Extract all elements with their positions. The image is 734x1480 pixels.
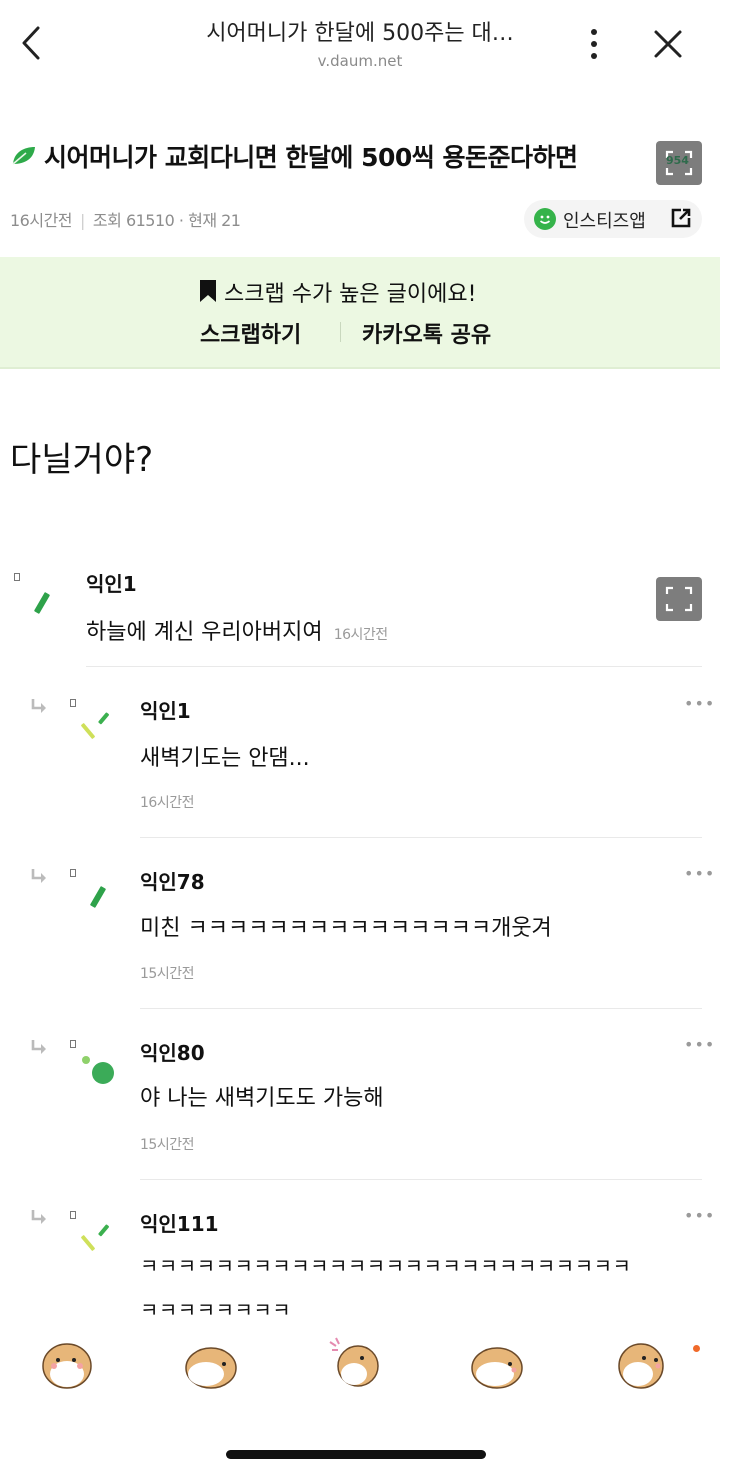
instiz-app-label: 인스티즈앱 <box>563 211 646 232</box>
smile-icon <box>534 208 556 230</box>
hamster-smile-sticker-icon[interactable] <box>614 1336 668 1390</box>
reply-nickname: 익인111 <box>140 1212 219 1236</box>
comment-nickname: 익인1 <box>86 572 137 596</box>
reply-text: 야 나는 새벽기도도 가능해 <box>140 1086 384 1111</box>
tiny-marker-icon <box>70 1211 76 1219</box>
fullscreen-icon <box>665 586 693 612</box>
reply-text: 미친 ㅋㅋㅋㅋㅋㅋㅋㅋㅋㅋㅋㅋㅋㅋㅋ개웃겨 <box>140 916 552 941</box>
article-meta: 16시간전 | 조회 61510 · 현재 21 <box>10 207 241 231</box>
article-body: 다닐거야? <box>10 440 154 480</box>
reply-text-continued: ㅋㅋㅋㅋㅋㅋㅋㅋ <box>140 1298 292 1322</box>
fullscreen-button-secondary[interactable] <box>656 577 702 621</box>
comment-divider <box>86 666 702 667</box>
tiny-marker-icon <box>70 1040 76 1048</box>
banner-divider <box>340 322 341 342</box>
reply-arrow-icon <box>31 869 46 883</box>
article-views: 조회 61510 · 현재 21 <box>92 211 241 230</box>
reply-time: 16시간전 <box>140 795 194 811</box>
green-stick-avatar-icon <box>34 592 50 614</box>
scrap-button[interactable]: 스크랩하기 <box>200 317 301 349</box>
hamster-sticker-icon[interactable] <box>40 1336 94 1390</box>
reply-time: 15시간전 <box>140 1137 194 1153</box>
reply-arrow-icon <box>31 699 46 713</box>
confetti-avatar-icon <box>81 712 109 739</box>
home-indicator[interactable] <box>226 1450 486 1459</box>
hamster-lying-sticker-icon[interactable] <box>470 1340 524 1394</box>
meta-separator: | <box>80 211 85 230</box>
tiny-marker-icon <box>70 699 76 707</box>
scrap-banner-message: 스크랩 수가 높은 글이에요! <box>224 282 477 307</box>
scrap-banner <box>0 257 720 369</box>
comment-divider <box>140 837 702 838</box>
reply-text: 새벽기도는 안댐... <box>140 746 310 771</box>
reply-more-icon[interactable]: ••• <box>684 1035 715 1054</box>
article-time: 16시간전 <box>10 211 73 230</box>
browser-url: v.daum.net <box>317 52 403 70</box>
kakao-share-button[interactable]: 카카오톡 공유 <box>362 317 491 349</box>
confetti-avatar-icon <box>81 1224 109 1251</box>
tiny-marker-icon <box>14 573 20 581</box>
notification-dot <box>693 1345 700 1352</box>
comment-divider <box>140 1008 702 1009</box>
reply-text: ㅋㅋㅋㅋㅋㅋㅋㅋㅋㅋㅋㅋㅋㅋㅋㅋㅋㅋㅋㅋㅋㅋㅋㅋㅋㅋ <box>140 1254 632 1278</box>
reply-nickname: 익인78 <box>140 870 205 894</box>
reply-arrow-icon <box>31 1040 46 1054</box>
comment-time: 16시간전 <box>333 627 388 643</box>
fullscreen-badge: 954 <box>666 154 689 167</box>
comment-text: 하늘에 계신 우리아버지여 <box>86 620 323 645</box>
reply-more-icon[interactable]: ••• <box>684 864 715 883</box>
comment-body-line: 하늘에 계신 우리아버지여 16시간전 <box>86 614 388 646</box>
back-chevron-icon[interactable] <box>14 22 50 64</box>
comment-divider <box>140 1179 702 1180</box>
leaf-icon <box>12 147 35 165</box>
browser-top-bar: 시어머니가 한달에 500주는 대… v.daum.net <box>0 0 734 85</box>
reply-time: 15시간전 <box>140 966 194 982</box>
article-title: 시어머니가 교회다니면 한달에 500씩 용돈준다하면 <box>44 143 578 172</box>
tiny-marker-icon <box>70 869 76 877</box>
browser-page-title: 시어머니가 한달에 500주는 대… <box>206 21 514 46</box>
bookmark-icon <box>200 280 216 302</box>
green-stick-avatar-icon <box>90 886 106 908</box>
hamster-back-sticker-icon[interactable] <box>184 1340 238 1394</box>
external-link-icon <box>671 208 691 228</box>
more-vertical-icon[interactable] <box>580 24 608 64</box>
reply-nickname: 익인1 <box>140 699 191 723</box>
reply-nickname: 익인80 <box>140 1041 205 1065</box>
close-icon[interactable] <box>648 24 688 64</box>
reply-more-icon[interactable]: ••• <box>684 1206 715 1225</box>
green-dots-avatar-icon <box>82 1056 114 1084</box>
reply-more-icon[interactable]: ••• <box>684 694 715 713</box>
hamster-surprised-sticker-icon[interactable] <box>326 1334 380 1388</box>
reply-arrow-icon <box>31 1210 46 1224</box>
